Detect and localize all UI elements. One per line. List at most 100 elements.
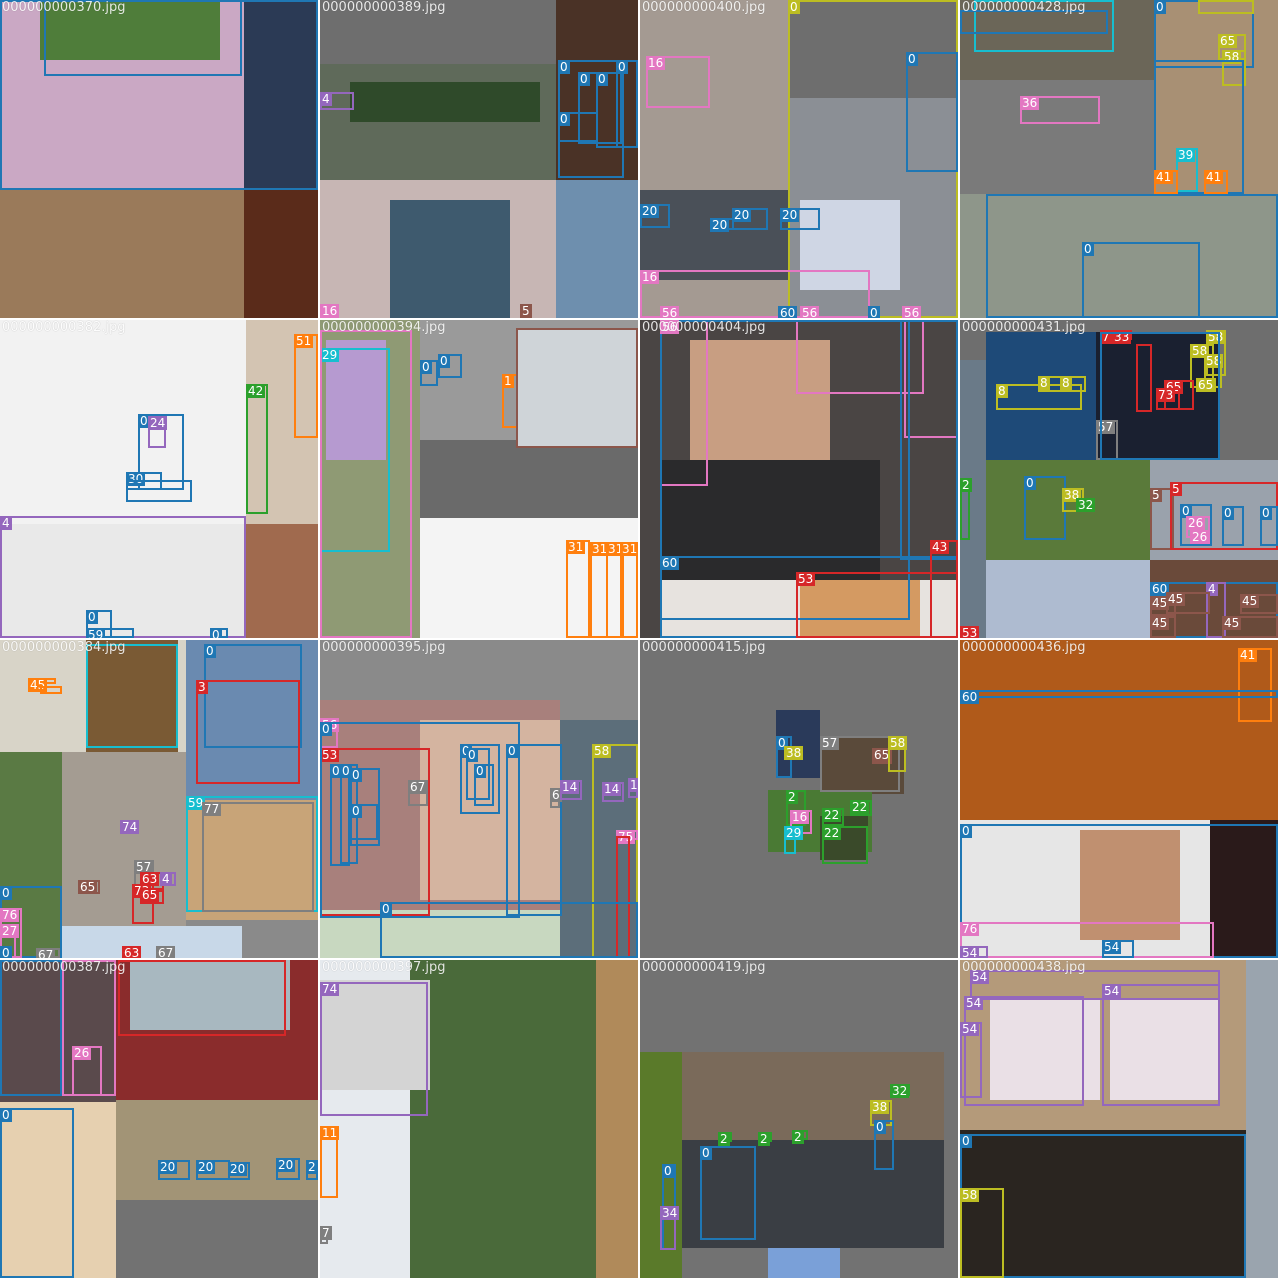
detection-box: 0 (874, 1120, 894, 1170)
detection-box: 76 (960, 922, 1214, 958)
detection-class-label: 2 (718, 1132, 730, 1146)
detection-class-label: 0 (350, 804, 362, 818)
detection-class-label: 0 (1024, 476, 1036, 490)
detection-class-label: 0 (320, 722, 332, 736)
detection-class-label: 5 (1150, 488, 1162, 502)
detection-box: 2 (306, 1160, 318, 1180)
detection-class-label: 54 (960, 1022, 980, 1036)
photo-region (244, 190, 318, 318)
image-tile: 54 54 54 54 0 58 000000000438.jpg (960, 960, 1278, 1278)
detection-box: 0 (558, 112, 598, 142)
detection-class-label: 8 (996, 384, 1008, 398)
detection-box: 54 (960, 946, 988, 958)
detection-box: 45 (1222, 616, 1278, 638)
detection-class-label: 1 (502, 374, 514, 388)
detection-box: 0 (1260, 506, 1278, 546)
detection-class-label: 11 (320, 1126, 340, 1140)
detection-box: 20 (710, 218, 734, 232)
detection-class-label: 16 (790, 810, 810, 824)
detection-box: 20 (780, 208, 820, 230)
detection-box: 60 (960, 690, 1278, 704)
detection-box (0, 0, 318, 190)
detection-class-label: 34 (660, 1206, 680, 1220)
detection-box: 67 (408, 780, 428, 806)
detection-box: 3 (196, 680, 300, 784)
detection-class-label: 0 (0, 886, 12, 900)
detection-box: 1 (628, 778, 638, 798)
detection-class-label: 0 (420, 360, 432, 374)
detection-class-label: 2 (960, 478, 972, 492)
detection-class-label: 0 (578, 72, 590, 86)
detection-box: 20 (196, 1160, 230, 1180)
detection-box: 38 (784, 746, 804, 760)
detection-class-label: 0 (86, 610, 98, 624)
detection-box (516, 328, 638, 448)
detection-class-label: 8 (1038, 376, 1050, 390)
detection-class-label: 0 (0, 1108, 12, 1122)
detection-class-label: 0 (700, 1146, 712, 1160)
image-tile: 41 60 0 76 54 54 000000000436.jpg (960, 640, 1278, 958)
detection-box (86, 644, 178, 748)
detection-class-label: 58 (592, 744, 612, 758)
detection-class-label: 7 (320, 1226, 332, 1240)
detection-class-label: 51 (294, 334, 314, 348)
detection-box: 0 (616, 60, 638, 148)
detection-class-label: 41 (1204, 170, 1224, 184)
detection-box: 20 (158, 1160, 190, 1180)
detection-class-label: 54 (1102, 984, 1122, 998)
detection-class-label: 26 (72, 1046, 92, 1060)
detection-class-label: 56 (660, 320, 680, 334)
detection-class-label: 60 (960, 690, 980, 704)
photo-region (390, 200, 510, 318)
photo-region (246, 524, 318, 638)
detection-box (118, 960, 286, 1036)
detection-box: 24 (148, 416, 168, 448)
detection-box (320, 330, 412, 638)
detection-box: 29 (784, 826, 804, 854)
detection-class-label: 32 (1076, 498, 1096, 512)
detection-class-label: 26 (1190, 530, 1210, 544)
image-tile: 4 0 0 0 0 0 16 5 000000000389.jpg (320, 0, 638, 318)
detection-box: 0 (506, 744, 562, 916)
detection-box: 6 (550, 788, 562, 808)
detection-class-label: 16 (646, 56, 666, 70)
detection-box: 74 (120, 820, 140, 834)
detection-box: 39 (1176, 148, 1198, 192)
detection-mosaic-grid: 000000000370.jpg 4 0 0 0 0 0 16 5 000000000389.jp… (0, 0, 1280, 1280)
detection-class-label: 20 (158, 1160, 178, 1174)
detection-box: 22 (850, 800, 872, 816)
detection-box: 58 (888, 736, 908, 772)
detection-class-label: 31 (620, 542, 638, 556)
detection-class-label: 65 (1218, 34, 1238, 48)
detection-box: 32 (890, 1084, 910, 1098)
photo-region (320, 0, 556, 64)
detection-class-label: 77 (202, 802, 222, 816)
detection-class-label: 0 (906, 52, 918, 66)
detection-class-label: 0 (1154, 0, 1166, 14)
detection-class-label: 4 (320, 92, 332, 106)
detection-class-label: 60 (660, 556, 680, 570)
detection-class-label: 0 (558, 60, 570, 74)
detection-box: 7 (320, 1226, 332, 1244)
detection-box: 8 (1060, 376, 1086, 392)
detection-class-label: 76 (0, 908, 20, 922)
detection-class-label: 74 (120, 820, 140, 834)
detection-box: 51 (294, 334, 318, 438)
detection-box (0, 960, 62, 1096)
detection-class-label: 8 (1060, 376, 1072, 390)
detection-class-label: 0 (596, 72, 608, 86)
detection-class-label: 0 (210, 628, 222, 638)
detection-class-label: 43 (930, 540, 950, 554)
detection-class-label: 14 (602, 782, 622, 796)
detection-class-label: 45 (1240, 594, 1260, 608)
detection-box: 43 (930, 540, 958, 638)
detection-box: 58 (960, 1188, 1004, 1278)
photo-region (420, 440, 638, 518)
detection-class-label: 20 (228, 1162, 248, 1176)
detection-box: 2 (792, 1130, 808, 1144)
detection-box: 4 (0, 516, 246, 638)
detection-box: 45 (1166, 592, 1210, 614)
detection-class-label: 0 (438, 354, 450, 368)
detection-class-label: 67 (36, 948, 56, 958)
detection-box: 67 (36, 948, 60, 958)
